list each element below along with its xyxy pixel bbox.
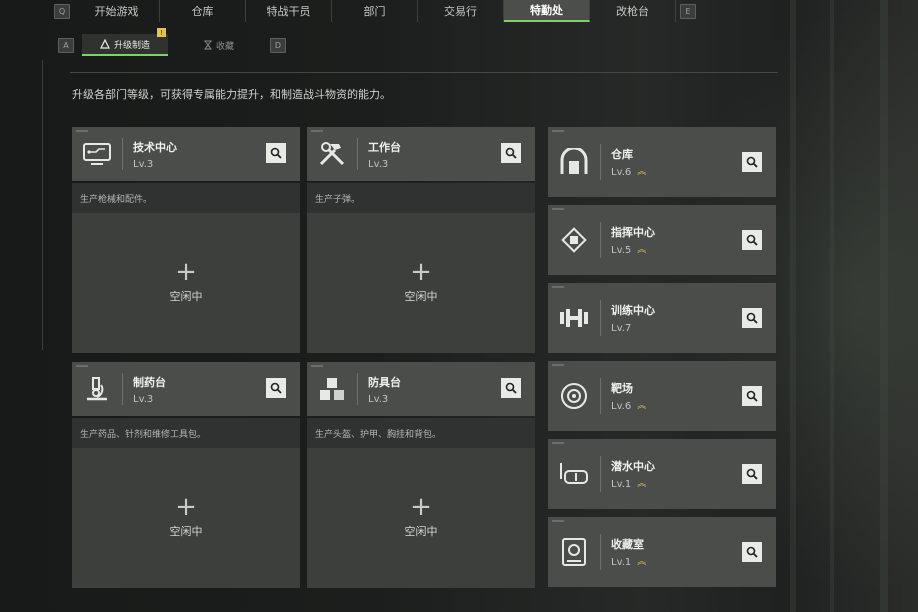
craft-icon	[100, 39, 110, 49]
department-card-warehouse[interactable]: 仓库 Lv.6 ︽	[548, 127, 776, 197]
production-card-tech-center[interactable]: 技术中心 Lv.3 生产枪械和配件。 + 空闲中	[72, 127, 300, 353]
card-description: 生产子弹。	[307, 183, 535, 213]
card-description: 生产枪械和配件。	[72, 183, 300, 213]
department-card-diving-center[interactable]: 潜水中心 Lv.1 ︽	[548, 439, 776, 509]
search-icon[interactable]	[501, 378, 521, 398]
search-icon[interactable]	[742, 152, 762, 172]
card-level: Lv.3	[133, 158, 154, 170]
search-icon[interactable]	[742, 464, 762, 484]
card-description: 生产头盔、护甲、胸挂和背包。	[307, 418, 535, 448]
department-card-shooting-range[interactable]: 靶场 Lv.6 ︽	[548, 361, 776, 431]
department-title: 靶场	[611, 382, 633, 395]
vault-icon	[548, 517, 600, 587]
search-icon[interactable]	[266, 143, 286, 163]
search-icon[interactable]	[742, 542, 762, 562]
department-title: 收藏室	[611, 538, 644, 551]
search-icon[interactable]	[266, 378, 286, 398]
upgrade-arrow-icon: ︽	[637, 557, 647, 567]
department-level: Lv.5	[611, 245, 632, 256]
frame-line	[42, 60, 43, 350]
department-title: 仓库	[611, 148, 633, 161]
microscope-icon	[72, 362, 122, 416]
tab-departments[interactable]: 部门	[332, 0, 418, 22]
notification-badge: !	[157, 28, 166, 37]
production-card-workbench[interactable]: 工作台 Lv.3 生产子弹。 + 空闲中	[307, 127, 535, 353]
department-level: Lv.6	[611, 167, 632, 178]
tab-start-game[interactable]: 开始游戏	[74, 0, 160, 22]
production-card-armor-bench[interactable]: 防具台 Lv.3 生产头盔、护甲、胸挂和背包。 + 空闲中	[307, 362, 535, 588]
hourglass-icon	[203, 40, 212, 50]
key-hint-right[interactable]: E	[680, 3, 696, 19]
dumbbell-icon	[548, 283, 600, 353]
cubes-icon	[307, 362, 357, 416]
subnav-key-right[interactable]: D	[270, 37, 286, 53]
department-title: 训练中心	[611, 304, 655, 317]
department-card-command-center[interactable]: 指挥中心 Lv.5 ︽	[548, 205, 776, 275]
tools-icon	[307, 127, 357, 181]
search-icon[interactable]	[742, 386, 762, 406]
top-navigation: Q 开始游戏 仓库 特战干员 部门 交易行 特勤处 改枪台 E	[54, 0, 720, 22]
slot-status: 空闲中	[404, 525, 438, 538]
production-slot[interactable]: + 空闲中	[307, 213, 535, 353]
page-description: 升级各部门等级，可获得专属能力提升，和制造战斗物资的能力。	[72, 88, 391, 101]
production-slot[interactable]: + 空闲中	[72, 213, 300, 353]
tab-trade[interactable]: 交易行	[418, 0, 504, 22]
card-title: 工作台	[368, 140, 401, 154]
upgrade-arrow-icon: ︽	[637, 167, 647, 177]
plus-icon: +	[410, 492, 432, 522]
department-title: 指挥中心	[611, 226, 655, 239]
department-level: Lv.6	[611, 401, 632, 412]
card-title: 防具台	[368, 375, 401, 389]
plus-icon: +	[410, 257, 432, 287]
diving-mask-icon	[548, 439, 600, 509]
sub-navigation: A 升级制造 ! 收藏 D	[58, 28, 286, 56]
target-icon	[548, 361, 600, 431]
production-card-pharmacy[interactable]: 制药台 Lv.3 生产药品、针剂和维修工具包。 + 空闲中	[72, 362, 300, 588]
production-slot[interactable]: + 空闲中	[307, 448, 535, 588]
slot-status: 空闲中	[169, 525, 203, 538]
upgrade-arrow-icon: ︽	[637, 401, 647, 411]
search-icon[interactable]	[501, 143, 521, 163]
tab-operators[interactable]: 特战干员	[246, 0, 332, 22]
card-level: Lv.3	[368, 158, 389, 170]
warehouse-icon	[548, 127, 600, 197]
department-level: Lv.1	[611, 479, 632, 490]
card-level: Lv.3	[133, 393, 154, 405]
search-icon[interactable]	[742, 308, 762, 328]
department-level: Lv.1	[611, 557, 632, 568]
tab-gunsmith[interactable]: 改枪台	[590, 0, 676, 22]
upgrade-arrow-icon: ︽	[637, 479, 647, 489]
slot-status: 空闲中	[169, 290, 203, 303]
plus-icon: +	[175, 257, 197, 287]
subtab-upgrade-craft[interactable]: 升级制造 !	[82, 28, 168, 56]
search-icon[interactable]	[742, 230, 762, 250]
upgrade-arrow-icon: ︽	[637, 245, 647, 255]
card-title: 制药台	[133, 375, 166, 389]
subtab-collection[interactable]: 收藏	[176, 34, 262, 56]
department-level: Lv.7	[611, 323, 632, 334]
plus-icon: +	[175, 492, 197, 522]
department-card-training-center[interactable]: 训练中心 Lv.7	[548, 283, 776, 353]
subtab-collection-label: 收藏	[215, 41, 234, 52]
subtab-upgrade-craft-label: 升级制造	[113, 40, 150, 51]
department-title: 潜水中心	[611, 460, 655, 473]
subnav-key-left[interactable]: A	[58, 37, 74, 53]
slot-status: 空闲中	[404, 290, 438, 303]
tab-special-ops[interactable]: 特勤处	[504, 0, 590, 22]
card-level: Lv.3	[368, 393, 389, 405]
production-slot[interactable]: + 空闲中	[72, 448, 300, 588]
card-title: 技术中心	[133, 140, 177, 154]
department-card-collection-room[interactable]: 收藏室 Lv.1 ︽	[548, 517, 776, 587]
chip-icon	[548, 205, 600, 275]
divider	[70, 72, 778, 73]
circuit-monitor-icon	[72, 127, 122, 181]
key-hint-left[interactable]: Q	[54, 3, 70, 19]
card-description: 生产药品、针剂和维修工具包。	[72, 418, 300, 448]
tab-warehouse[interactable]: 仓库	[160, 0, 246, 22]
